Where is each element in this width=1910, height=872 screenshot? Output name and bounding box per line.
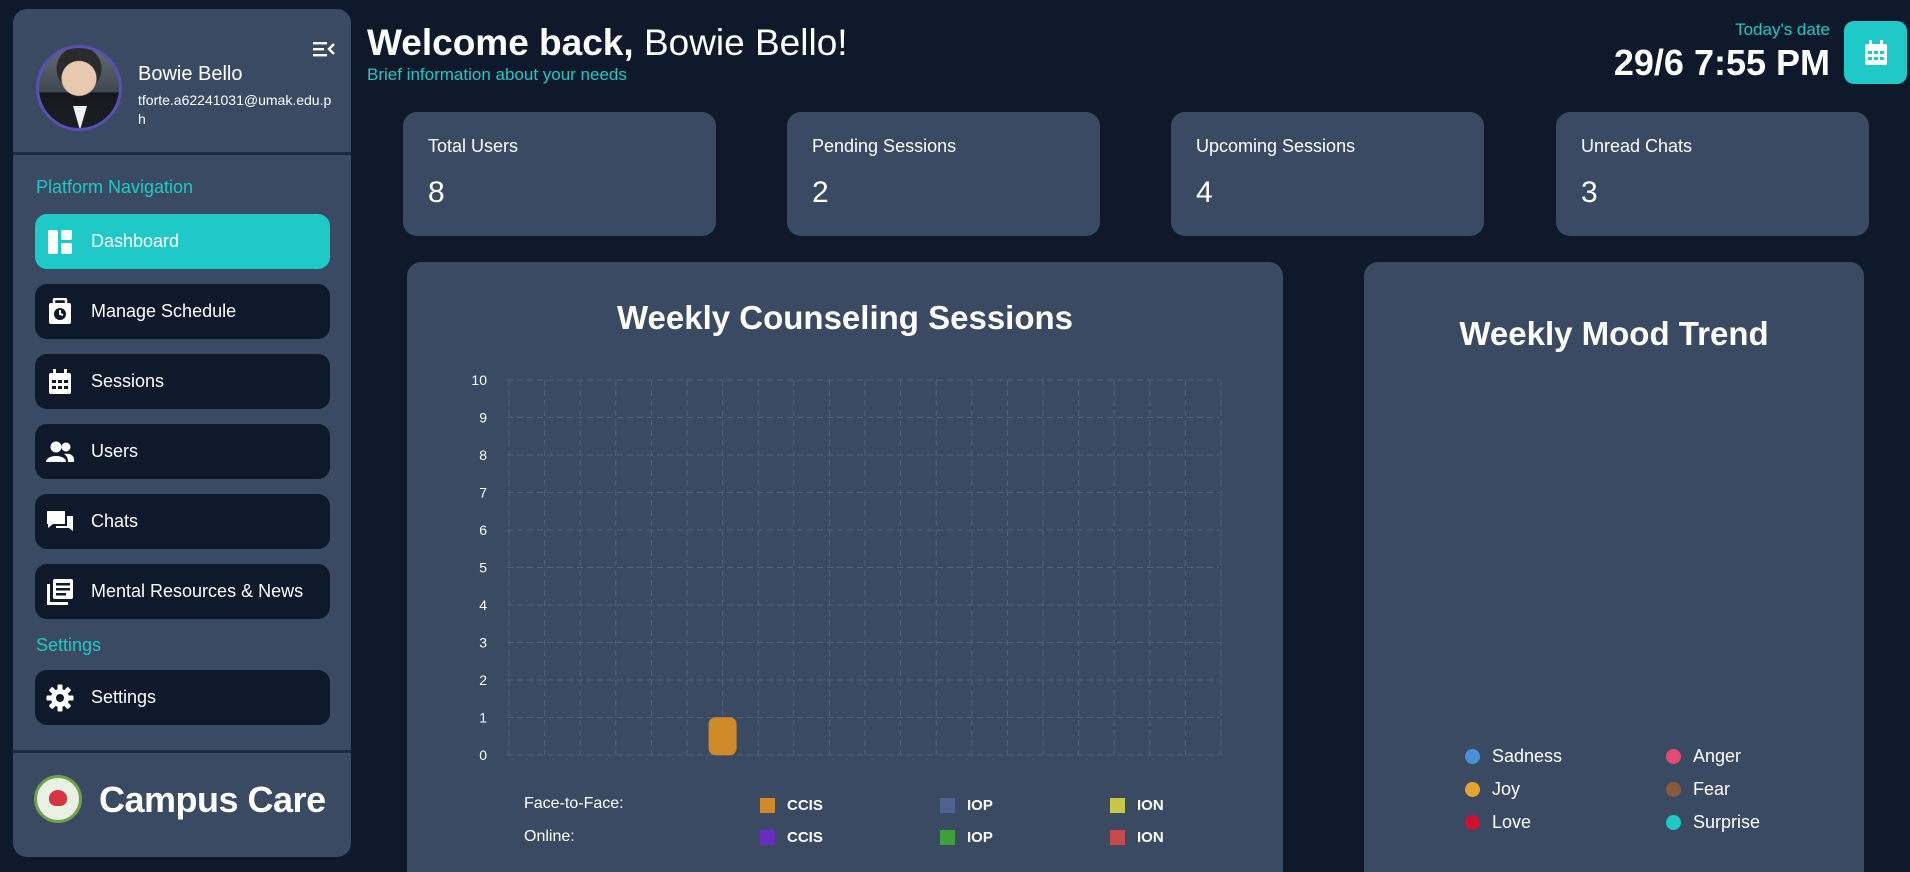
news-icon <box>45 577 75 607</box>
users-icon <box>45 437 75 467</box>
stat-label: Pending Sessions <box>812 136 957 156</box>
dashboard-icon <box>45 227 75 257</box>
legend-label: CCIS <box>787 797 823 814</box>
sidebar-item-label: Settings <box>91 687 157 707</box>
y-tick-label: 4 <box>479 597 487 613</box>
legend-label: Anger <box>1693 746 1742 766</box>
sidebar-item-label: Manage Schedule <box>91 301 237 321</box>
profile-section: Bowie Bello tforte.a62241031@umak.edu.ph <box>13 9 351 155</box>
brand-name: Campus Care <box>99 779 326 820</box>
legend-row-label: Online: <box>524 828 575 845</box>
welcome-name: Bowie Bello! <box>643 22 848 63</box>
legend-dot-love <box>1465 815 1480 830</box>
legend-label: ION <box>1137 797 1164 814</box>
weekly-sessions-panel: Weekly Counseling Sessions 0 1 2 3 4 5 6 7 8 9 10 … <box>407 262 1283 872</box>
stat-card-total-users[interactable]: Total Users 8 <box>403 112 716 236</box>
y-tick-label: 10 <box>471 372 487 388</box>
y-tick-label: 6 <box>479 522 487 538</box>
legend-swatch-online-ion <box>1110 830 1125 845</box>
schedule-icon <box>45 297 75 327</box>
y-tick-label: 3 <box>479 635 487 651</box>
weekly-mood-panel: Weekly Mood Trend Sadness Anger Joy Fear… <box>1364 262 1864 872</box>
data-point[interactable] <box>708 717 737 756</box>
profile-email: tforte.a62241031@umak.edu.ph <box>138 92 332 127</box>
legend-swatch-f2f-ccis <box>760 798 775 813</box>
legend-dot-joy <box>1465 782 1480 797</box>
weekly-sessions-chart: 0 1 2 3 4 5 6 7 8 9 10 <box>471 372 1222 763</box>
stat-label: Unread Chats <box>1581 136 1693 156</box>
legend-dot-surprise <box>1666 815 1681 830</box>
date-value: 29/6 7:55 PM <box>1613 42 1830 83</box>
legend-label: ION <box>1137 829 1164 846</box>
legend-swatch-online-iop <box>940 830 955 845</box>
legend-label: Love <box>1492 812 1532 832</box>
sidebar-item-mental-resources[interactable]: Mental Resources & News <box>35 564 330 619</box>
stat-value: 4 <box>1196 176 1213 209</box>
page-subtitle: Brief information about your needs <box>367 65 627 84</box>
stat-value: 8 <box>428 176 445 209</box>
nav-section-label: Platform Navigation <box>36 177 194 197</box>
sidebar-item-manage-schedule[interactable]: Manage Schedule <box>35 284 330 339</box>
sidebar-item-label: Sessions <box>91 371 165 391</box>
sidebar-item-label: Users <box>91 441 139 461</box>
legend-swatch-f2f-ion <box>1110 798 1125 813</box>
sidebar-item-settings[interactable]: Settings <box>35 670 330 725</box>
stat-card-upcoming-sessions[interactable]: Upcoming Sessions 4 <box>1171 112 1484 236</box>
legend-label: IOP <box>967 797 993 814</box>
campus-care-logo <box>34 775 82 823</box>
y-tick-label: 1 <box>479 710 487 726</box>
sidebar: Bowie Bello tforte.a62241031@umak.edu.ph… <box>13 9 351 857</box>
stat-card-pending-sessions[interactable]: Pending Sessions 2 <box>787 112 1100 236</box>
legend-row-label: Face-to-Face: <box>524 795 624 812</box>
calendar-icon <box>45 367 75 397</box>
sidebar-item-users[interactable]: Users <box>35 424 330 479</box>
avatar[interactable] <box>36 45 122 131</box>
legend-dot-sadness <box>1465 749 1480 764</box>
welcome-heading: Welcome back, Bowie Bello! <box>367 22 848 64</box>
stat-card-unread-chats[interactable]: Unread Chats 3 <box>1556 112 1869 236</box>
legend-dot-anger <box>1666 749 1681 764</box>
stat-label: Total Users <box>428 136 519 156</box>
y-tick-label: 0 <box>479 747 487 763</box>
sidebar-item-label: Mental Resources & News <box>91 581 304 601</box>
gear-icon <box>45 683 75 713</box>
chat-icon <box>45 507 75 537</box>
sidebar-item-label: Chats <box>91 511 139 531</box>
y-tick-label: 7 <box>479 485 487 501</box>
y-tick-label: 5 <box>479 560 487 576</box>
legend-label: Fear <box>1693 779 1731 799</box>
settings-section-label: Settings <box>36 635 102 655</box>
sidebar-item-chats[interactable]: Chats <box>35 494 330 549</box>
date-label: Today's date <box>1735 20 1830 39</box>
sidebar-item-dashboard[interactable]: Dashboard <box>35 214 330 269</box>
stat-value: 3 <box>1581 176 1598 209</box>
calendar-icon <box>1864 39 1887 65</box>
legend-label: CCIS <box>787 829 823 846</box>
sidebar-item-label: Dashboard <box>91 231 180 251</box>
legend-label: Surprise <box>1693 812 1761 832</box>
chart-title: Weekly Mood Trend <box>1459 315 1769 352</box>
y-tick-label: 8 <box>479 447 487 463</box>
collapse-menu-icon[interactable] <box>313 39 335 59</box>
sidebar-item-sessions[interactable]: Sessions <box>35 354 330 409</box>
legend-label: Joy <box>1492 779 1521 799</box>
brand-footer: Campus Care <box>13 750 351 857</box>
calendar-button[interactable] <box>1844 21 1907 84</box>
y-tick-label: 9 <box>479 410 487 426</box>
legend-swatch-online-ccis <box>760 830 775 845</box>
y-tick-label: 2 <box>479 672 487 688</box>
stat-label: Upcoming Sessions <box>1196 136 1356 156</box>
welcome-prefix: Welcome back, <box>367 22 634 63</box>
legend-dot-fear <box>1666 782 1681 797</box>
legend-label: IOP <box>967 829 993 846</box>
stat-value: 2 <box>812 176 829 209</box>
legend-swatch-f2f-iop <box>940 798 955 813</box>
legend-label: Sadness <box>1492 746 1563 766</box>
profile-name: Bowie Bello <box>138 63 243 85</box>
